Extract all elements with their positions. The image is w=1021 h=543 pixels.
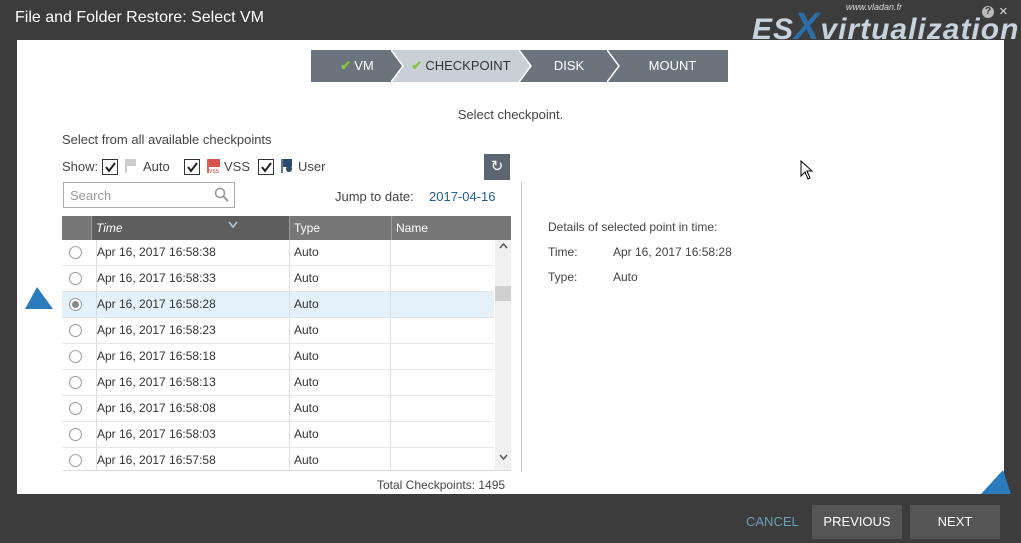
cell-name: [390, 240, 491, 265]
user-label: User: [298, 159, 326, 174]
cell-time: Apr 16, 2017 16:58:18: [96, 344, 287, 369]
row-radio[interactable]: [69, 402, 82, 415]
checkpoint-table: Time Type Name Apr 16, 2017 16:58:38 Auto…: [62, 216, 511, 471]
row-radio[interactable]: [69, 272, 82, 285]
cell-name: [390, 266, 491, 291]
search-icon: [214, 187, 229, 202]
cell-name: [390, 292, 491, 317]
table-row[interactable]: Apr 16, 2017 16:58:33 Auto: [62, 266, 494, 292]
search-input[interactable]: Search: [63, 182, 235, 208]
cell-time: Apr 16, 2017 16:58:08: [96, 396, 287, 421]
scroll-down-icon[interactable]: [499, 454, 508, 460]
cell-name: [390, 318, 491, 343]
table-row[interactable]: Apr 16, 2017 16:57:58 Auto: [62, 448, 494, 470]
cell-type: Auto: [289, 448, 390, 470]
cell-time: Apr 16, 2017 16:58:23: [96, 318, 287, 343]
cell-name: [390, 396, 491, 421]
cell-time: Apr 16, 2017 16:58:13: [96, 370, 287, 395]
table-row[interactable]: Apr 16, 2017 16:58:23 Auto: [62, 318, 494, 344]
next-button[interactable]: NEXT: [910, 505, 1000, 539]
cell-time: Apr 16, 2017 16:58:33: [96, 266, 287, 291]
row-radio[interactable]: [69, 454, 82, 467]
help-icon[interactable]: ?: [982, 6, 994, 18]
row-radio[interactable]: [69, 298, 82, 311]
jump-date-picker[interactable]: 2017-04-16: [429, 189, 496, 204]
table-header: Time Type Name: [62, 216, 511, 240]
window-title: File and Folder Restore: Select VM: [15, 9, 264, 26]
user-flag-icon: [280, 158, 294, 177]
table-row[interactable]: Apr 16, 2017 16:58:03 Auto: [62, 422, 494, 448]
details-label: Details of selected point in time:: [548, 220, 718, 234]
table-row[interactable]: Apr 16, 2017 16:58:08 Auto: [62, 396, 494, 422]
header-name[interactable]: Name: [391, 216, 511, 240]
table-row[interactable]: Apr 16, 2017 16:58:13 Auto: [62, 370, 494, 396]
row-radio[interactable]: [69, 350, 82, 363]
divider: [521, 182, 522, 472]
flag-icon: [124, 158, 138, 176]
cell-name: [390, 448, 491, 470]
header-select: [62, 216, 86, 240]
mouse-cursor-icon: [800, 160, 814, 180]
table-row-selected[interactable]: Apr 16, 2017 16:58:28 Auto: [62, 292, 494, 318]
row-radio[interactable]: [69, 428, 82, 441]
details-type-value: Auto: [613, 270, 638, 284]
dialog-panel: ✔ VM ✔ CHECKPOINT DISK MOUNT Select checkp…: [17, 40, 1004, 494]
step-disk: DISK: [519, 50, 619, 82]
previous-button[interactable]: PREVIOUS: [812, 505, 902, 539]
cell-type: Auto: [289, 292, 390, 317]
cell-time: Apr 16, 2017 16:57:58: [96, 448, 287, 470]
table-body: Apr 16, 2017 16:58:38 Auto Apr 16, 2017 1…: [62, 240, 494, 470]
show-label: Show:: [62, 159, 99, 174]
cell-time: Apr 16, 2017 16:58:28: [96, 292, 287, 317]
cell-name: [390, 344, 491, 369]
pointer-arrow-icon: [981, 470, 1011, 494]
sort-desc-icon: [228, 221, 238, 229]
row-radio[interactable]: [69, 324, 82, 337]
row-radio[interactable]: [69, 376, 82, 389]
scroll-up-icon[interactable]: [499, 243, 508, 249]
refresh-icon: ↻: [490, 158, 504, 175]
step-checkpoint: ✔ CHECKPOINT: [391, 50, 531, 82]
cell-type: Auto: [289, 266, 390, 291]
step-mount: MOUNT: [607, 50, 728, 82]
cell-type: Auto: [289, 370, 390, 395]
table-row[interactable]: Apr 16, 2017 16:58:18 Auto: [62, 344, 494, 370]
auto-label: Auto: [143, 159, 170, 174]
auto-checkbox[interactable]: [102, 159, 118, 175]
vss-checkbox[interactable]: [184, 159, 200, 175]
total-checkpoints: Total Checkpoints: 1495: [377, 478, 506, 492]
close-icon[interactable]: ×: [999, 3, 1008, 20]
cell-time: Apr 16, 2017 16:58:38: [96, 240, 287, 265]
header-time[interactable]: Time: [91, 216, 289, 240]
vss-flag-icon: VSS: [206, 158, 222, 177]
details-type-key: Type:: [548, 270, 578, 284]
title-bar: File and Folder Restore: Select VM www.v…: [0, 0, 1021, 48]
page-subtitle: Select checkpoint.: [457, 107, 564, 122]
cell-type: Auto: [289, 396, 390, 421]
svg-text:VSS: VSS: [209, 169, 220, 174]
cell-name: [390, 422, 491, 447]
user-checkbox[interactable]: [258, 159, 274, 175]
details-time-value: Apr 16, 2017 16:58:28: [613, 245, 732, 259]
scroll-thumb[interactable]: [495, 286, 511, 301]
pointer-arrow-icon: [25, 287, 53, 309]
step-vm: ✔ VM: [311, 50, 403, 82]
cell-type: Auto: [289, 240, 390, 265]
header-type[interactable]: Type: [289, 216, 391, 240]
table-scrollbar[interactable]: [495, 240, 511, 470]
refresh-button[interactable]: ↻: [484, 154, 510, 180]
cell-type: Auto: [289, 422, 390, 447]
search-placeholder: Search: [70, 188, 112, 203]
cell-type: Auto: [289, 344, 390, 369]
table-row[interactable]: Apr 16, 2017 16:58:38 Auto: [62, 240, 494, 266]
cell-type: Auto: [289, 318, 390, 343]
cell-name: [390, 370, 491, 395]
cell-time: Apr 16, 2017 16:58:03: [96, 422, 287, 447]
cancel-button[interactable]: CANCEL: [746, 514, 799, 529]
select-label: Select from all available checkpoints: [62, 132, 272, 147]
jump-label: Jump to date:: [335, 189, 414, 204]
vss-label: VSS: [224, 159, 251, 174]
row-radio[interactable]: [69, 246, 82, 259]
details-time-key: Time:: [548, 245, 578, 259]
